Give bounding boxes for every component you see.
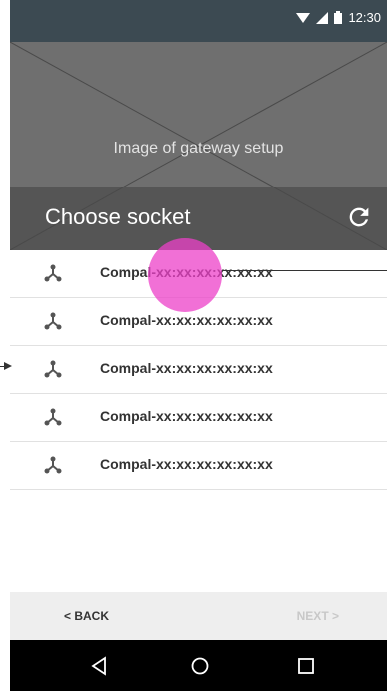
annotation-arrow-head (4, 362, 12, 370)
back-button[interactable]: < BACK (64, 609, 109, 623)
socket-name: Compal-xx:xx:xx:xx:xx:xx (100, 360, 273, 376)
network-icon (44, 456, 62, 474)
network-icon (44, 360, 62, 378)
signal-icon (316, 11, 329, 24)
network-icon (44, 312, 62, 330)
wizard-footer: < BACK NEXT > (10, 592, 387, 640)
page-title: Choose socket (45, 204, 191, 229)
network-icon (44, 408, 62, 426)
home-circle-icon[interactable] (188, 654, 212, 678)
status-bar: 12:30 (10, 0, 387, 42)
next-button[interactable]: NEXT > (297, 609, 339, 623)
refresh-icon[interactable] (345, 203, 373, 231)
hero-caption: Image of gateway setup (113, 140, 284, 157)
recents-square-icon[interactable] (294, 654, 318, 678)
annotation-line-right (222, 270, 387, 271)
socket-list-item[interactable]: Compal-xx:xx:xx:xx:xx:xx (10, 346, 387, 394)
socket-list-item[interactable]: Compal-xx:xx:xx:xx:xx:xx (10, 442, 387, 490)
status-time: 12:30 (348, 10, 381, 25)
socket-list-item[interactable]: Compal-xx:xx:xx:xx:xx:xx (10, 394, 387, 442)
touch-indicator (148, 238, 222, 312)
socket-name: Compal-xx:xx:xx:xx:xx:xx (100, 456, 273, 472)
status-icons: 12:30 (296, 10, 381, 25)
network-icon (44, 264, 62, 282)
android-navigation-bar (10, 640, 387, 691)
back-triangle-icon[interactable] (88, 654, 112, 678)
socket-name: Compal-xx:xx:xx:xx:xx:xx (100, 408, 273, 424)
hero-image-placeholder: Image of gateway setup (10, 42, 387, 250)
phone-screen: 12:30 Image of gateway setup Choose sock… (10, 0, 387, 691)
socket-name: Compal-xx:xx:xx:xx:xx:xx (100, 312, 273, 328)
battery-icon (334, 11, 343, 24)
wifi-icon (296, 12, 311, 23)
